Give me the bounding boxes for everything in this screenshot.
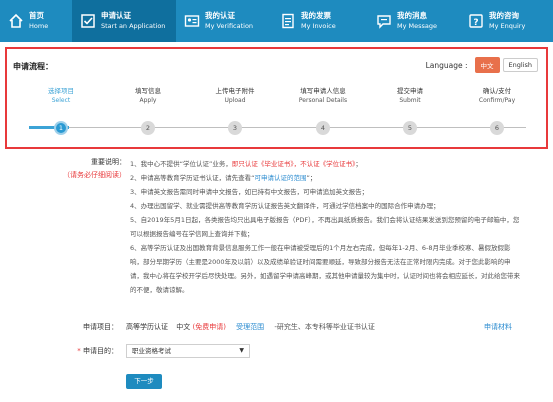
note-5: 5、自2019年5月1日起，各类报告均只出具电子版报告（PDF），不再出具纸质报… <box>130 216 520 238</box>
note-2-post: ”； <box>306 174 317 182</box>
step-confirm-pay: 确认/支付 Confirm/Pay <box>457 85 537 104</box>
step-dot-5: 5 <box>403 121 417 135</box>
step-submit: 提交申请 Submit <box>370 85 450 104</box>
nav-apply-zh: 申请认证 <box>101 11 131 20</box>
note-1: 1、我中心不提供“学位认证”业务，即只认证《毕业证书》，不认证《学位证书》； <box>130 157 520 171</box>
nav-home[interactable]: 首页 Home <box>0 0 72 42</box>
id-card-icon <box>184 15 200 27</box>
process-title: 申请流程： <box>13 62 53 71</box>
lang-en-button[interactable]: English <box>502 58 538 72</box>
note-1-highlight: 即只认证《毕业证书》，不认证《学位证书》 <box>231 160 356 168</box>
step-label-zh: 填写信息 <box>135 87 161 95</box>
project-value: 高等学历认证 <box>126 323 168 331</box>
nav-verification-en: My Verification <box>205 22 254 30</box>
step-label-en: Upload <box>224 97 246 104</box>
nav-enquiry-en: My Enquiry <box>489 22 526 30</box>
scope-link-button[interactable]: 受理范围 <box>236 323 264 331</box>
purpose-label-row: * 申请目的： <box>58 346 118 356</box>
step-label-zh: 选择项目 <box>48 87 74 95</box>
step-label-en: Apply <box>139 97 157 104</box>
project-description: -研究生、本专科等毕业证书认证 <box>274 323 375 331</box>
step-dot-2: 2 <box>141 121 155 135</box>
purpose-value: 职业资格考试 <box>132 347 171 355</box>
step-label-zh: 确认/支付 <box>482 87 512 95</box>
step-dot-1: 1 <box>54 121 68 135</box>
language-label: Language : <box>425 60 468 70</box>
top-nav: 首页 Home 申请认证 Start an Application 我的认证 My V… <box>0 0 553 42</box>
nav-home-zh: 首页 <box>29 11 44 20</box>
nav-invoice[interactable]: 我的发票 My Invoice <box>272 0 368 42</box>
project-info: 高等学历认证 中文 (免费申请) 受理范围 -研究生、本专科等毕业证书认证 <box>126 322 375 332</box>
step-label-zh: 填写申请人信息 <box>300 87 346 95</box>
nav-message[interactable]: 我的消息 My Message <box>368 0 460 42</box>
nav-verification-zh: 我的认证 <box>205 11 235 20</box>
notes-warning: （请务必仔细阅读） <box>63 171 126 179</box>
step-label-zh: 提交申请 <box>397 87 423 95</box>
chevron-down-icon: ▼ <box>239 347 244 354</box>
home-icon <box>9 13 23 28</box>
note-4: 4、办理出国留学、就业需提供高等教育学历认证报告英文翻译件，可通过学信档案中的国… <box>130 202 440 210</box>
step-dot-6: 6 <box>490 121 504 135</box>
nav-verification[interactable]: 我的认证 My Verification <box>176 0 272 42</box>
purpose-select[interactable]: 职业资格考试 ▼ <box>126 344 250 358</box>
project-lang: 中文 <box>176 323 191 331</box>
materials-link[interactable]: 申请材料 <box>484 322 512 332</box>
step-progress-track: 1 2 3 4 5 6 <box>19 121 536 135</box>
note-3: 3、申请英文报告需同时申请中文报告，如已持有中文报告，可申请追加英文报告； <box>130 188 369 196</box>
required-star: * <box>77 347 81 355</box>
lang-zh-button[interactable]: 中文 <box>474 57 500 73</box>
nav-invoice-zh: 我的发票 <box>301 11 331 20</box>
step-labels: 选择项目 Select 填写信息 Apply 上传电子附件 Upload 填写申… <box>7 85 546 149</box>
note-2-pre: 2、申请高等教育学历证书认证，请先查看“ <box>130 174 255 182</box>
nav-home-en: Home <box>29 22 49 30</box>
checkbox-icon <box>81 14 95 28</box>
notes-label: 重要说明： （请务必仔细阅读） <box>56 157 126 180</box>
step-label-en: Select <box>51 97 71 104</box>
step-upload: 上传电子附件 Upload <box>195 85 275 104</box>
nav-apply[interactable]: 申请认证 Start an Application <box>72 0 176 42</box>
important-notes: 1、我中心不提供“学位认证”业务，即只认证《毕业证书》，不认证《学位证书》； 2… <box>130 157 520 297</box>
scope-link[interactable]: 可申请认证的范围 <box>255 174 307 182</box>
nav-message-zh: 我的消息 <box>397 11 427 20</box>
step-dot-3: 3 <box>228 121 242 135</box>
step-label-zh: 上传电子附件 <box>215 87 255 95</box>
application-process-panel: 申请流程： Language : 中文 English 选择项目 Select … <box>5 47 548 149</box>
project-label: 申请项目： <box>83 323 118 331</box>
note-2: 2、申请高等教育学历证书认证，请先查看“可申请认证的范围”； <box>130 171 520 185</box>
nav-apply-en: Start an Application <box>101 22 166 30</box>
notes-title: 重要说明： <box>91 158 126 166</box>
nav-message-en: My Message <box>397 22 438 30</box>
project-free: (免费申请) <box>192 323 226 331</box>
invoice-icon <box>282 13 294 29</box>
next-step-button[interactable]: 下一步 <box>126 374 162 389</box>
step-dot-4: 4 <box>316 121 330 135</box>
step-apply: 填写信息 Apply <box>108 85 188 104</box>
purpose-label: 申请目的： <box>83 347 118 355</box>
message-icon <box>377 15 391 29</box>
note-1-pre: 1、我中心不提供“学位认证”业务， <box>130 160 232 168</box>
nav-enquiry-zh: 我的咨询 <box>489 11 519 20</box>
question-icon: ? <box>469 14 483 28</box>
svg-text:?: ? <box>473 18 478 28</box>
progress-line <box>29 127 526 128</box>
nav-invoice-en: My Invoice <box>301 22 336 30</box>
step-label-en: Confirm/Pay <box>478 97 516 104</box>
step-personal-details: 填写申请人信息 Personal Details <box>283 85 363 104</box>
note-1-post: ； <box>355 160 362 168</box>
note-6: 6、高等学历认证及出国教育背景信息服务工作一般在申请被受理后的1个月左右完成，但… <box>130 244 520 294</box>
step-label-en: Submit <box>399 97 421 104</box>
nav-enquiry[interactable]: ? 我的咨询 My Enquiry <box>460 0 553 42</box>
step-select: 选择项目 Select <box>21 85 101 104</box>
language-switcher: Language : 中文 English <box>426 57 538 73</box>
step-label-en: Personal Details <box>298 97 348 104</box>
